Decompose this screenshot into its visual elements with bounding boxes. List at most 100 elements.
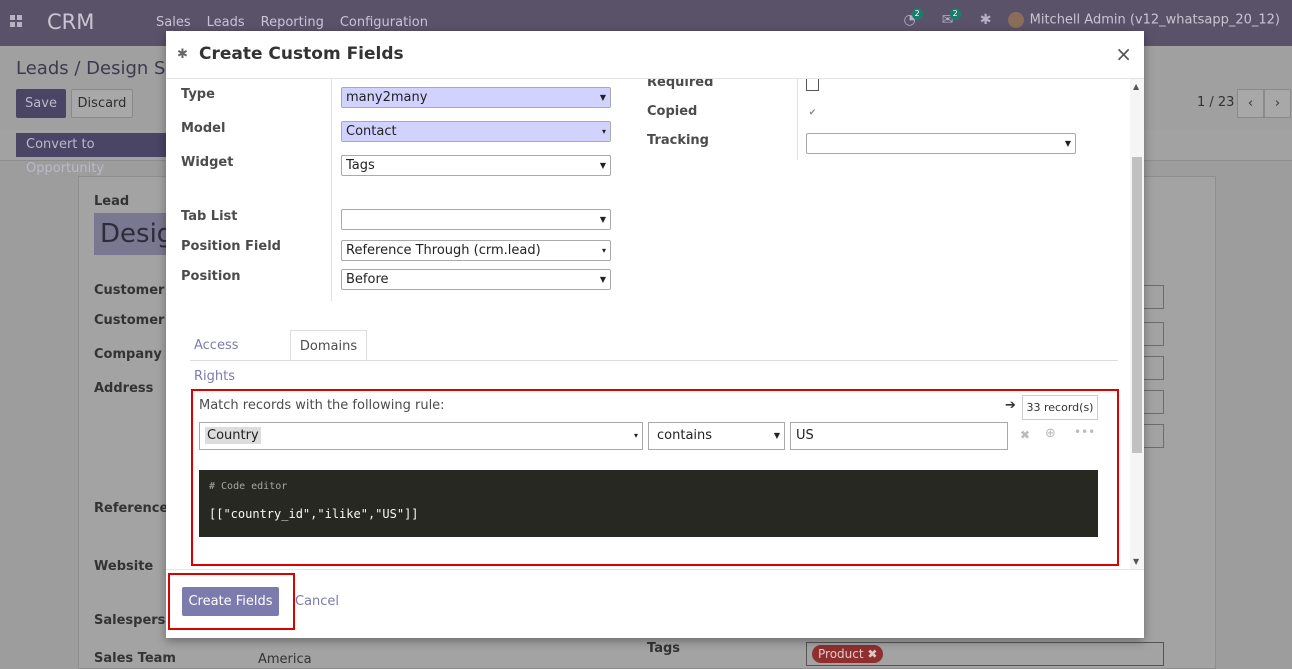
cancel-button[interactable]: Cancel bbox=[295, 594, 339, 609]
tag-chip[interactable]: Product ✖ bbox=[812, 645, 884, 663]
widget-select[interactable]: Tags ▼ bbox=[341, 155, 611, 176]
dialog-footer: Create Fields Cancel bbox=[166, 569, 1144, 638]
caret-down-icon: ▾ bbox=[601, 246, 606, 255]
scrollbar-thumb[interactable] bbox=[1132, 157, 1142, 453]
lead-label: Lead bbox=[94, 194, 130, 209]
caret-down-icon: ▼ bbox=[599, 215, 606, 224]
code-editor[interactable]: # Code editor [["country_id","ilike","US… bbox=[199, 470, 1098, 537]
domain-field-value: Country bbox=[205, 427, 261, 444]
menu-configuration[interactable]: Configuration bbox=[340, 15, 428, 30]
domain-operator-value: contains bbox=[657, 428, 713, 443]
dialog-header: ✱ Create Custom Fields × bbox=[166, 31, 1144, 79]
type-select-value: many2many bbox=[346, 90, 428, 105]
tag-chip-label: Product bbox=[818, 647, 864, 661]
type-select[interactable]: many2many ▼ bbox=[341, 87, 611, 108]
activity-clock-icon[interactable]: ◔ 2 bbox=[902, 8, 923, 28]
dialog-body: Type many2many ▼ Model Contact ▾ Widget Ta… bbox=[166, 79, 1144, 569]
add-rule-icon[interactable]: ⊕ bbox=[1045, 426, 1056, 441]
sales-team-field[interactable]: America bbox=[253, 650, 611, 669]
tab-domains[interactable]: Domains bbox=[290, 330, 367, 361]
tab-list-select[interactable]: ▼ bbox=[341, 209, 611, 230]
position-field-select-value: Reference Through (crm.lead) bbox=[346, 243, 541, 258]
bug-icon: ✱ bbox=[177, 47, 188, 62]
code-comment: # Code editor bbox=[209, 481, 288, 492]
save-button[interactable]: Save bbox=[16, 89, 66, 118]
messages-chat-icon[interactable]: ✉ 2 bbox=[940, 8, 961, 28]
website-label: Website bbox=[94, 559, 154, 574]
create-custom-fields-dialog: ✱ Create Custom Fields × Type many2many ▼… bbox=[166, 31, 1144, 638]
main-menu: Sales Leads Reporting Configuration bbox=[156, 15, 444, 30]
right-column-divider bbox=[797, 79, 798, 160]
position-label: Position bbox=[181, 269, 241, 284]
caret-down-icon: ▼ bbox=[599, 93, 606, 102]
widget-label: Widget bbox=[181, 155, 234, 170]
sales-team-label: Sales Team bbox=[94, 651, 176, 666]
caret-down-icon: ▼ bbox=[599, 161, 606, 170]
copied-checkbox[interactable]: ✔ bbox=[806, 107, 819, 120]
customer-label: Customer bbox=[94, 283, 165, 298]
left-column-divider bbox=[331, 79, 332, 301]
caret-down-icon: ▼ bbox=[1064, 139, 1071, 148]
avatar bbox=[1007, 12, 1024, 28]
company-name-label: Company N bbox=[94, 347, 178, 362]
position-select-value: Before bbox=[346, 272, 389, 287]
domain-operator-select[interactable]: contains ▼ bbox=[648, 422, 785, 450]
app-brand: CRM bbox=[47, 10, 95, 34]
tracking-label: Tracking bbox=[647, 133, 709, 148]
more-options-icon[interactable]: ••• bbox=[1074, 425, 1095, 439]
dialog-title: Create Custom Fields bbox=[199, 44, 404, 64]
pager-value: 1 / 23 bbox=[1197, 95, 1235, 110]
tabs-underline bbox=[190, 360, 1118, 361]
convert-to-opportunity-button[interactable]: Convert to Opportunity bbox=[16, 133, 166, 176]
pager-prev-icon[interactable]: ‹ bbox=[1237, 89, 1264, 118]
apps-grid-icon[interactable] bbox=[10, 15, 24, 29]
user-name: Mitchell Admin (v12_whatsapp_20_12) bbox=[1029, 12, 1280, 28]
caret-down-icon: ▾ bbox=[601, 127, 606, 136]
required-label: Required bbox=[647, 79, 714, 90]
record-count-button[interactable]: 33 record(s) bbox=[1022, 395, 1098, 420]
model-select-value: Contact bbox=[346, 124, 397, 139]
required-checkbox[interactable] bbox=[806, 79, 819, 91]
discard-button[interactable]: Discard bbox=[71, 89, 133, 118]
address-label: Address bbox=[94, 381, 154, 396]
model-label: Model bbox=[181, 121, 226, 136]
tracking-select[interactable]: ▼ bbox=[806, 133, 1076, 154]
position-select[interactable]: Before ▼ bbox=[341, 269, 611, 290]
dialog-scrollbar[interactable]: ▲ ▼ bbox=[1130, 79, 1144, 569]
widget-select-value: Tags bbox=[346, 158, 375, 173]
tab-list-label: Tab List bbox=[181, 209, 238, 224]
user-menu[interactable]: Mitchell Admin (v12_whatsapp_20_12) bbox=[1007, 12, 1280, 28]
position-field-select[interactable]: Reference Through (crm.lead) ▾ bbox=[341, 240, 611, 261]
lead-name-field[interactable]: Desig bbox=[94, 213, 174, 255]
caret-down-icon: ▼ bbox=[773, 431, 780, 440]
scroll-down-icon[interactable]: ▼ bbox=[1133, 557, 1139, 566]
caret-down-icon: ▼ bbox=[599, 275, 606, 284]
close-icon[interactable]: × bbox=[1115, 42, 1132, 66]
domain-value-text: US bbox=[796, 428, 814, 443]
copied-label: Copied bbox=[647, 104, 698, 119]
create-fields-button[interactable]: Create Fields bbox=[182, 587, 279, 616]
navbar-systray: ◔ 2 ✉ 2 ✱ Mitchell Admin (v12_whatsapp_20_… bbox=[902, 8, 1280, 28]
tab-access-rights[interactable]: Access Rights bbox=[190, 330, 286, 384]
domain-editor: Match records with the following rule: ➔… bbox=[191, 389, 1119, 566]
message-badge: 2 bbox=[949, 8, 961, 20]
code-text: [["country_id","ilike","US"]] bbox=[209, 507, 419, 521]
menu-reporting[interactable]: Reporting bbox=[261, 15, 324, 30]
domain-value-input[interactable]: US bbox=[790, 422, 1008, 450]
position-field-label: Position Field bbox=[181, 239, 281, 254]
debug-bug-icon[interactable]: ✱ bbox=[978, 12, 994, 28]
scroll-up-icon[interactable]: ▲ bbox=[1133, 82, 1139, 91]
tag-remove-icon[interactable]: ✖ bbox=[867, 647, 877, 661]
caret-down-icon: ▾ bbox=[633, 431, 638, 440]
type-label: Type bbox=[181, 87, 215, 102]
arrow-right-icon[interactable]: ➔ bbox=[1005, 398, 1016, 413]
pager-next-icon[interactable]: › bbox=[1264, 89, 1291, 118]
tags-label: Tags bbox=[647, 641, 681, 656]
activity-badge: 2 bbox=[911, 8, 923, 20]
breadcrumb[interactable]: Leads / Design So bbox=[16, 58, 176, 79]
model-select[interactable]: Contact ▾ bbox=[341, 121, 611, 142]
domain-field-select[interactable]: Country ▾ bbox=[199, 422, 643, 450]
menu-leads[interactable]: Leads bbox=[207, 15, 245, 30]
delete-rule-icon[interactable]: ✖ bbox=[1020, 428, 1030, 442]
menu-sales[interactable]: Sales bbox=[156, 15, 191, 30]
